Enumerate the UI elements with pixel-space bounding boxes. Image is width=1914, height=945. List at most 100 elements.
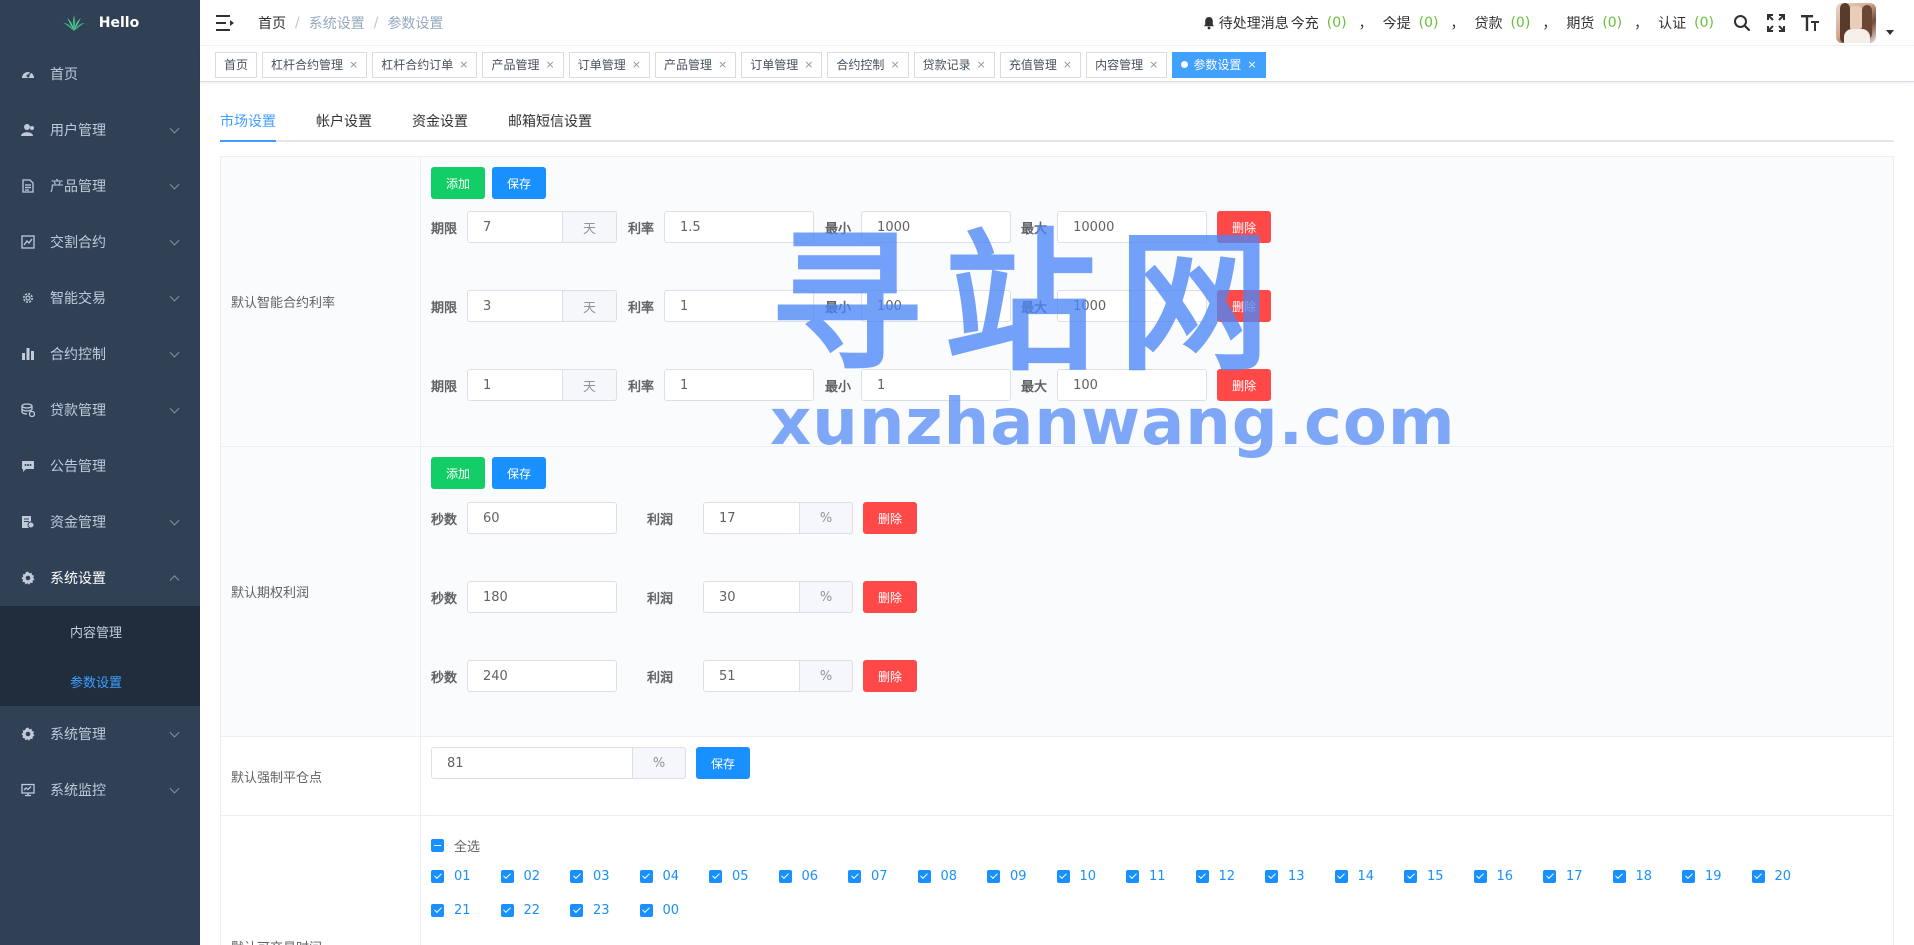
close-icon[interactable]: × bbox=[632, 58, 641, 71]
save-button[interactable]: 保存 bbox=[492, 167, 547, 199]
hour-checkbox[interactable]: 01 bbox=[431, 869, 501, 884]
profit-input[interactable]: 30 bbox=[703, 581, 801, 613]
save-button[interactable]: 保存 bbox=[492, 457, 547, 489]
sidebar-item[interactable]: 交割合约 bbox=[0, 214, 200, 270]
close-icon[interactable]: × bbox=[890, 58, 899, 71]
min-input[interactable]: 1 bbox=[861, 369, 1012, 401]
sidebar-item[interactable]: 产品管理 bbox=[0, 158, 200, 214]
sidebar-item[interactable]: 智能交易 bbox=[0, 270, 200, 326]
hour-checkbox[interactable]: 06 bbox=[778, 869, 849, 884]
tag-item[interactable]: 内容管理 × bbox=[1086, 51, 1168, 78]
profit-input[interactable]: 17 bbox=[703, 502, 801, 534]
tag-item[interactable]: 订单管理 × bbox=[741, 51, 823, 78]
hour-checkbox[interactable]: 13 bbox=[1265, 869, 1335, 884]
user-avatar[interactable] bbox=[1836, 3, 1876, 43]
hour-checkbox[interactable]: 08 bbox=[917, 869, 988, 884]
hour-checkbox[interactable]: 19 bbox=[1682, 869, 1752, 884]
avatar-dropdown-icon[interactable] bbox=[1886, 29, 1894, 35]
sidebar-item[interactable]: 用户管理 bbox=[0, 102, 200, 158]
rate-input[interactable]: 1 bbox=[664, 290, 815, 322]
font-size-icon[interactable] bbox=[1800, 13, 1820, 33]
delete-button[interactable]: 删除 bbox=[1217, 290, 1272, 322]
min-input[interactable]: 100 bbox=[861, 290, 1012, 322]
tag-item[interactable]: 杠杆合约管理 × bbox=[262, 51, 368, 78]
tab-item[interactable]: 帐户设置 bbox=[316, 104, 372, 142]
delete-button[interactable]: 删除 bbox=[863, 660, 918, 692]
seconds-input[interactable]: 180 bbox=[467, 581, 618, 613]
hour-checkbox[interactable]: 23 bbox=[570, 903, 640, 918]
logo[interactable]: Hello bbox=[0, 0, 200, 46]
hour-checkbox[interactable]: 05 bbox=[709, 869, 779, 884]
fullscreen-icon[interactable] bbox=[1766, 13, 1786, 33]
submenu-item[interactable]: 参数设置 bbox=[0, 656, 200, 706]
min-input[interactable]: 1000 bbox=[861, 211, 1012, 243]
hour-checkbox[interactable]: 16 bbox=[1473, 869, 1544, 884]
tag-item[interactable]: 产品管理 × bbox=[654, 51, 737, 78]
tag-item[interactable]: 合约控制 × bbox=[827, 51, 909, 78]
tag-item[interactable]: 杠杆合约订单 × bbox=[372, 51, 478, 78]
select-all-checkbox[interactable]: 全选 bbox=[431, 836, 480, 855]
max-input[interactable]: 1000 bbox=[1057, 290, 1208, 322]
search-icon[interactable] bbox=[1732, 13, 1752, 33]
tab-item[interactable]: 资金设置 bbox=[412, 104, 468, 142]
hamburger-icon[interactable] bbox=[216, 14, 234, 31]
sidebar-item[interactable]: 资金管理 bbox=[0, 494, 200, 550]
save-button[interactable]: 保存 bbox=[696, 747, 751, 779]
rate-input[interactable]: 1.5 bbox=[664, 211, 815, 243]
hour-checkbox[interactable]: 22 bbox=[500, 903, 571, 918]
close-icon[interactable]: × bbox=[1247, 58, 1256, 71]
period-input[interactable]: 1 bbox=[467, 369, 564, 401]
delete-button[interactable]: 删除 bbox=[1217, 369, 1272, 401]
close-icon[interactable]: × bbox=[1063, 58, 1072, 71]
tag-item[interactable]: 产品管理 × bbox=[482, 51, 564, 78]
tag-item[interactable]: 充值管理 × bbox=[999, 51, 1082, 78]
tab-item[interactable]: 市场设置 bbox=[220, 104, 276, 142]
max-input[interactable]: 10000 bbox=[1057, 211, 1208, 243]
rate-input[interactable]: 1 bbox=[664, 369, 815, 401]
hour-checkbox[interactable]: 15 bbox=[1404, 869, 1474, 884]
close-icon[interactable]: × bbox=[546, 58, 555, 71]
seconds-input[interactable]: 60 bbox=[467, 502, 618, 534]
breadcrumb-home[interactable]: 首页 bbox=[258, 13, 286, 33]
period-input[interactable]: 3 bbox=[467, 290, 564, 322]
sidebar-item[interactable]: 系统设置 bbox=[0, 550, 200, 606]
hour-checkbox[interactable]: 17 bbox=[1543, 869, 1613, 884]
hour-checkbox[interactable]: 00 bbox=[639, 903, 710, 918]
hour-checkbox[interactable]: 04 bbox=[639, 869, 710, 884]
delete-button[interactable]: 删除 bbox=[863, 502, 918, 534]
tag-item[interactable]: 订单管理 × bbox=[568, 51, 650, 78]
hour-checkbox[interactable]: 07 bbox=[848, 869, 918, 884]
notice-count[interactable]: (0) bbox=[1327, 15, 1347, 31]
sidebar-item[interactable]: 首页 bbox=[0, 46, 200, 102]
tag-item[interactable]: 贷款记录 × bbox=[913, 51, 995, 78]
close-icon[interactable]: × bbox=[1149, 58, 1158, 71]
hour-checkbox[interactable]: 10 bbox=[1056, 869, 1127, 884]
notice-count[interactable]: (0) bbox=[1602, 15, 1622, 31]
sidebar-item[interactable]: 合约控制 bbox=[0, 326, 200, 382]
hour-checkbox[interactable]: 02 bbox=[500, 869, 571, 884]
delete-button[interactable]: 删除 bbox=[1217, 211, 1272, 243]
sidebar-item[interactable]: 公告管理 bbox=[0, 438, 200, 494]
seconds-input[interactable]: 240 bbox=[467, 660, 618, 692]
close-icon[interactable]: × bbox=[349, 58, 358, 71]
close-icon[interactable]: × bbox=[977, 58, 986, 71]
sidebar-item[interactable]: 系统监控 bbox=[0, 762, 200, 818]
bell-icon[interactable] bbox=[1202, 16, 1216, 30]
submenu-item[interactable]: 内容管理 bbox=[0, 606, 200, 656]
tab-item[interactable]: 邮箱短信设置 bbox=[508, 104, 592, 142]
close-icon[interactable]: × bbox=[718, 58, 727, 71]
liquidation-input[interactable]: 81 bbox=[431, 747, 633, 779]
hour-checkbox[interactable]: 18 bbox=[1612, 869, 1683, 884]
hour-checkbox[interactable]: 21 bbox=[431, 903, 501, 918]
notice-count[interactable]: (0) bbox=[1419, 15, 1439, 31]
tag-item[interactable]: 参数设置 × bbox=[1172, 51, 1266, 78]
close-icon[interactable]: × bbox=[804, 58, 813, 71]
delete-button[interactable]: 删除 bbox=[863, 581, 918, 613]
sidebar-item[interactable]: 系统管理 bbox=[0, 706, 200, 762]
add-button[interactable]: 添加 bbox=[431, 167, 486, 199]
hour-checkbox[interactable]: 09 bbox=[987, 869, 1057, 884]
profit-input[interactable]: 51 bbox=[703, 660, 801, 692]
hour-checkbox[interactable]: 03 bbox=[570, 869, 640, 884]
notice-count[interactable]: (0) bbox=[1510, 15, 1530, 31]
period-input[interactable]: 7 bbox=[467, 211, 564, 243]
